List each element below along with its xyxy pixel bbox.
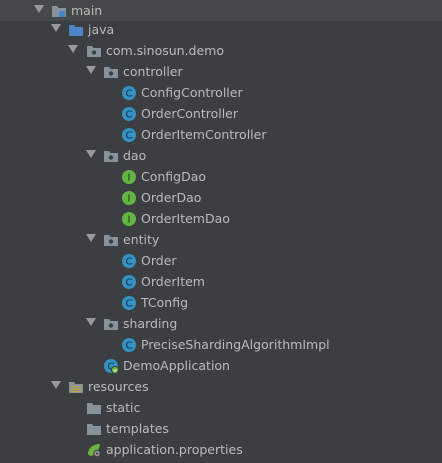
tree-row-dao[interactable]: dao bbox=[0, 145, 442, 166]
tree-row-order-controller[interactable]: C OrderController bbox=[0, 103, 442, 124]
package-icon bbox=[104, 235, 118, 246]
tree-label-templates: templates bbox=[106, 421, 169, 436]
svg-text:C: C bbox=[126, 89, 133, 100]
interface-icon: I bbox=[122, 191, 136, 205]
class-icon: C bbox=[122, 254, 136, 268]
tree-label-package: com.sinosun.demo bbox=[106, 43, 225, 58]
tree-row-controller[interactable]: controller bbox=[0, 61, 442, 82]
spring-boot-class-icon: C bbox=[104, 359, 119, 374]
tree-row-order-item[interactable]: C OrderItem bbox=[0, 271, 442, 292]
tree-label-sharding: sharding bbox=[123, 316, 178, 331]
package-icon bbox=[104, 67, 118, 78]
resources-folder-icon bbox=[69, 382, 83, 393]
tree-label-entity: entity bbox=[123, 232, 160, 247]
tree-label-java: java bbox=[88, 22, 115, 37]
svg-text:C: C bbox=[126, 110, 133, 121]
folder-icon bbox=[87, 403, 101, 414]
class-icon: C bbox=[122, 275, 136, 289]
tree-label-order-controller: OrderController bbox=[141, 106, 239, 121]
tree-row-entity[interactable]: entity bbox=[0, 229, 442, 250]
project-tree: main java com.sinosun.demo controller C … bbox=[0, 0, 442, 463]
expand-arrow-icon[interactable] bbox=[86, 150, 96, 158]
package-icon bbox=[104, 151, 118, 162]
class-icon: C bbox=[122, 338, 136, 352]
tree-row-static[interactable]: static bbox=[0, 397, 442, 418]
svg-text:I: I bbox=[128, 173, 131, 184]
expand-arrow-icon[interactable] bbox=[68, 45, 78, 53]
svg-text:I: I bbox=[128, 215, 131, 226]
tree-label-tconfig: TConfig bbox=[141, 295, 189, 310]
tree-row-order-dao[interactable]: I OrderDao bbox=[0, 187, 442, 208]
folder-icon bbox=[87, 424, 101, 435]
expand-arrow-icon[interactable] bbox=[86, 66, 96, 74]
svg-text:C: C bbox=[126, 299, 133, 310]
svg-text:C: C bbox=[126, 278, 133, 289]
tree-label-order-item-controller: OrderItemController bbox=[141, 127, 267, 142]
tree-row-sharding[interactable]: sharding bbox=[0, 313, 442, 334]
interface-icon: I bbox=[122, 170, 136, 184]
tree-label-static: static bbox=[106, 400, 141, 415]
package-icon bbox=[87, 46, 101, 57]
tree-label-precise-sharding-algorithm-impl: PreciseShardingAlgorithmImpl bbox=[141, 337, 330, 352]
tree-label-demo-application: DemoApplication bbox=[123, 358, 230, 373]
expand-arrow-icon[interactable] bbox=[34, 5, 44, 13]
expand-arrow-icon[interactable] bbox=[51, 24, 61, 32]
expand-arrow-icon[interactable] bbox=[86, 318, 96, 326]
expand-arrow-icon[interactable] bbox=[86, 234, 96, 242]
interface-icon: I bbox=[122, 212, 136, 226]
tree-label-dao: dao bbox=[123, 148, 147, 163]
module-folder-icon bbox=[52, 6, 66, 17]
svg-text:C: C bbox=[126, 341, 133, 352]
tree-row-application-properties[interactable]: application.properties bbox=[0, 439, 442, 460]
svg-text:C: C bbox=[126, 257, 133, 268]
tree-label-controller: controller bbox=[123, 64, 183, 79]
tree-row-order-item-dao[interactable]: I OrderItemDao bbox=[0, 208, 442, 229]
svg-text:C: C bbox=[126, 131, 133, 142]
tree-label-config-dao: ConfigDao bbox=[141, 169, 207, 184]
tree-label-order: Order bbox=[141, 253, 177, 268]
tree-label-main: main bbox=[71, 3, 103, 18]
tree-row-demo-application[interactable]: C DemoApplication bbox=[0, 355, 442, 376]
class-icon: C bbox=[122, 296, 136, 310]
tree-label-resources: resources bbox=[88, 379, 149, 394]
tree-row-resources[interactable]: resources bbox=[0, 376, 442, 397]
tree-row-main[interactable]: main bbox=[0, 0, 442, 21]
class-icon: C bbox=[122, 128, 136, 142]
svg-text:I: I bbox=[128, 194, 131, 205]
class-icon: C bbox=[122, 107, 136, 121]
tree-label-order-item: OrderItem bbox=[141, 274, 205, 289]
tree-row-package[interactable]: com.sinosun.demo bbox=[0, 40, 442, 61]
tree-row-templates[interactable]: templates bbox=[0, 418, 442, 439]
tree-row-config-controller[interactable]: C ConfigController bbox=[0, 82, 442, 103]
tree-label-config-controller: ConfigController bbox=[141, 85, 243, 100]
expand-arrow-icon[interactable] bbox=[51, 381, 61, 389]
tree-row-tconfig[interactable]: C TConfig bbox=[0, 292, 442, 313]
source-folder-icon bbox=[69, 25, 83, 36]
tree-row-order-item-controller[interactable]: C OrderItemController bbox=[0, 124, 442, 145]
tree-label-order-item-dao: OrderItemDao bbox=[141, 211, 230, 226]
tree-row-precise-sharding-algorithm-impl[interactable]: C PreciseShardingAlgorithmImpl bbox=[0, 334, 442, 355]
tree-row-java[interactable]: java bbox=[0, 19, 442, 40]
package-icon bbox=[104, 319, 118, 330]
tree-row-order[interactable]: C Order bbox=[0, 250, 442, 271]
tree-row-config-dao[interactable]: I ConfigDao bbox=[0, 166, 442, 187]
class-icon: C bbox=[122, 86, 136, 100]
tree-label-order-dao: OrderDao bbox=[141, 190, 202, 205]
spring-properties-icon bbox=[88, 444, 101, 458]
tree-label-application-properties: application.properties bbox=[106, 442, 243, 457]
